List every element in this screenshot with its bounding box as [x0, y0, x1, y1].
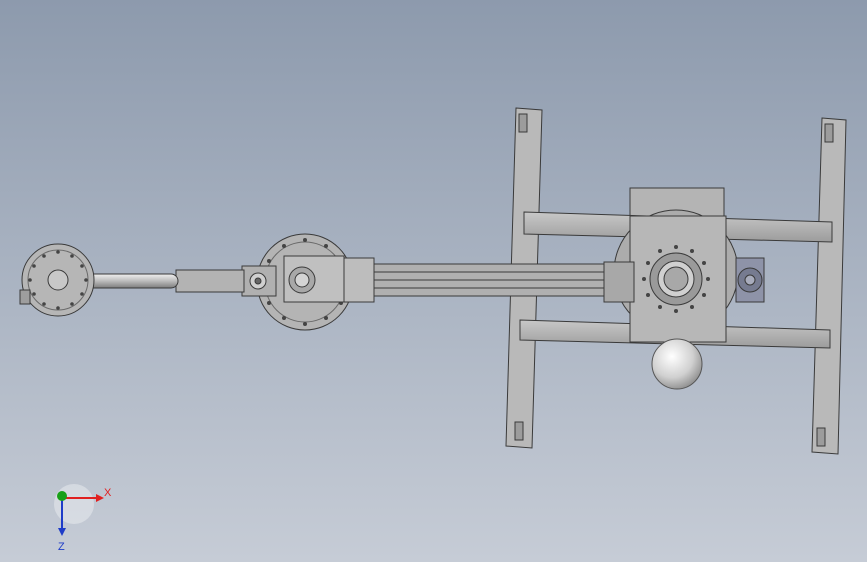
frame-right-leg: [811, 117, 847, 455]
triad-z-label: Z: [58, 541, 65, 553]
triad-y-axis: [57, 491, 67, 501]
wrist-gear-block: [241, 265, 277, 297]
model-view[interactable]: X Z: [0, 0, 867, 562]
motor: [735, 257, 765, 303]
triad-x-label: X: [104, 487, 112, 499]
forearm-tube: [175, 269, 245, 293]
end-flange: [19, 243, 95, 317]
arm-beam: [361, 263, 615, 297]
orientation-triad: X Z: [54, 484, 112, 553]
sphere: [651, 338, 703, 390]
cad-viewport[interactable]: X Z: [0, 0, 867, 562]
